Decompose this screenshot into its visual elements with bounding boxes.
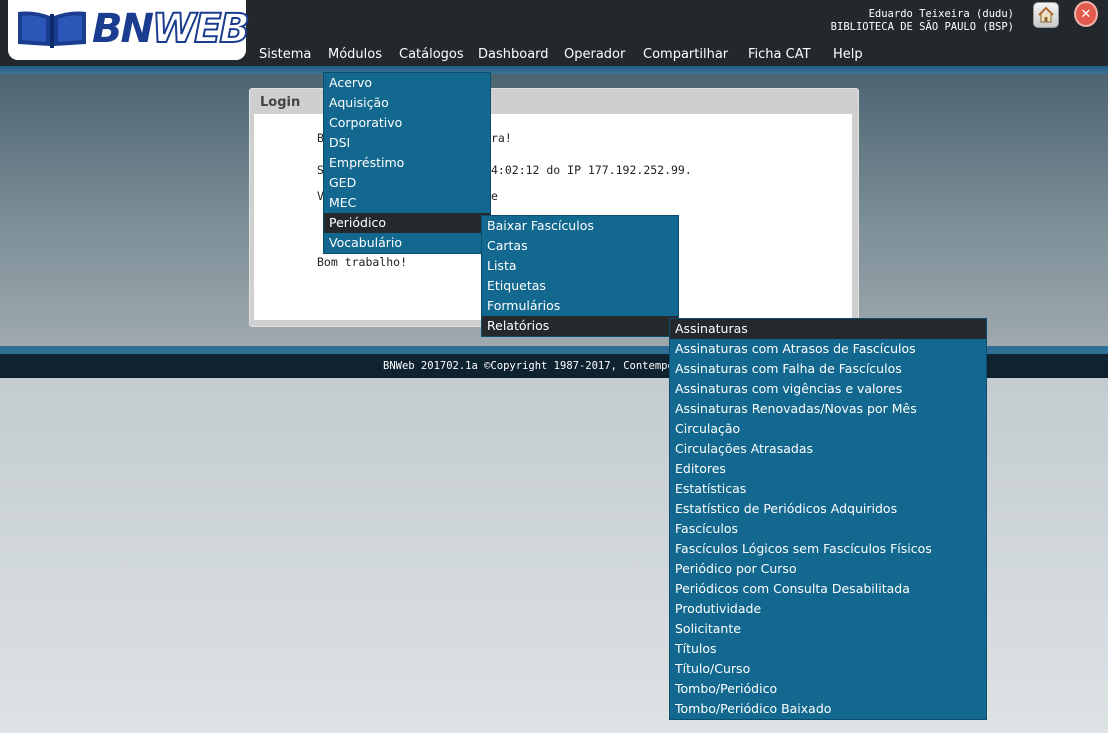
report-item-estatisticas[interactable]: Estatísticas [670, 479, 986, 499]
report-item-editores[interactable]: Editores [670, 459, 986, 479]
books-logo-icon [18, 11, 86, 48]
report-item-circulacao[interactable]: Circulação [670, 419, 986, 439]
home-button[interactable] [1033, 2, 1059, 28]
menu-modulos[interactable]: Módulos [328, 44, 382, 66]
goodbye-line: Bom trabalho! [317, 255, 408, 269]
report-item-fasciculos-logicos[interactable]: Fascículos Lógicos sem Fascículos Físico… [670, 539, 986, 559]
menu-item-baixar-fasciculos[interactable]: Baixar Fascículos [482, 216, 678, 236]
menu-sistema[interactable]: Sistema [259, 44, 311, 66]
report-item-estatistico-periodicos[interactable]: Estatístico de Periódicos Adquiridos [670, 499, 986, 519]
menu-item-ged[interactable]: GED [324, 173, 490, 193]
logo-text: BNWEB [92, 5, 251, 53]
report-item-assinaturas-atrasos[interactable]: Assinaturas com Atrasos de Fascículos [670, 339, 986, 359]
report-item-assinaturas-renovadas[interactable]: Assinaturas Renovadas/Novas por Mês [670, 399, 986, 419]
bnweb-logo[interactable]: BNWEB [8, 0, 251, 60]
user-name: Eduardo Teixeira (dudu) [868, 8, 1014, 20]
library-name: BIBLIOTECA DE SÃO PAULO (BSP) [830, 21, 1014, 33]
welcome-line-end: ra! [491, 131, 512, 145]
menu-item-aquisicao[interactable]: Aquisição [324, 93, 490, 113]
report-item-assinaturas[interactable]: Assinaturas [670, 319, 986, 339]
info-line-end: e [491, 189, 498, 203]
menu-item-dsi[interactable]: DSI [324, 133, 490, 153]
report-item-tombo-periodico-baixado[interactable]: Tombo/Periódico Baixado [670, 699, 986, 719]
relatorios-submenu: Assinaturas Assinaturas com Atrasos de F… [669, 318, 987, 720]
menu-ficha-cat[interactable]: Ficha CAT [748, 44, 811, 66]
menu-item-cartas[interactable]: Cartas [482, 236, 678, 256]
home-icon [1038, 6, 1054, 23]
report-item-assinaturas-falha[interactable]: Assinaturas com Falha de Fascículos [670, 359, 986, 379]
menu-item-etiquetas[interactable]: Etiquetas [482, 276, 678, 296]
menu-item-emprestimo[interactable]: Empréstimo [324, 153, 490, 173]
close-icon: ✕ [1074, 1, 1098, 27]
header-stripe [0, 66, 1108, 74]
copyright-text: BNWeb 201702.1a ©Copyright 1987-2017, Co… [383, 360, 700, 372]
modulos-dropdown: Acervo Aquisição Corporativo DSI Emprést… [323, 72, 491, 254]
report-item-titulos[interactable]: Títulos [670, 639, 986, 659]
report-item-produtividade[interactable]: Produtividade [670, 599, 986, 619]
menu-catalogos[interactable]: Catálogos [399, 44, 464, 66]
periodico-submenu: Baixar Fascículos Cartas Lista Etiquetas… [481, 215, 679, 337]
report-item-solicitante[interactable]: Solicitante [670, 619, 986, 639]
menu-item-mec[interactable]: MEC [324, 193, 490, 213]
menu-item-corporativo[interactable]: Corporativo [324, 113, 490, 133]
menu-item-lista[interactable]: Lista [482, 256, 678, 276]
menu-item-vocabulario[interactable]: Vocabulário [324, 233, 490, 253]
logout-button[interactable]: ✕ [1074, 1, 1098, 27]
app-header: BNWEB Eduardo Teixeira (dudu) BIBLIOTECA… [0, 0, 1108, 66]
report-item-assinaturas-vigencias[interactable]: Assinaturas com vigências e valores [670, 379, 986, 399]
menu-item-acervo[interactable]: Acervo [324, 73, 490, 93]
menu-operador[interactable]: Operador [564, 44, 625, 66]
report-item-periodico-curso[interactable]: Periódico por Curso [670, 559, 986, 579]
report-item-circulacoes-atrasadas[interactable]: Circulações Atrasadas [670, 439, 986, 459]
report-item-tombo-periodico[interactable]: Tombo/Periódico [670, 679, 986, 699]
login-title: Login [260, 95, 301, 110]
user-info: Eduardo Teixeira (dudu) BIBLIOTECA DE SÃ… [831, 8, 1014, 34]
menu-compartilhar[interactable]: Compartilhar [643, 44, 728, 66]
menu-item-formularios[interactable]: Formulários [482, 296, 678, 316]
menu-dashboard[interactable]: Dashboard [478, 44, 549, 66]
menu-item-relatorios[interactable]: Relatórios [482, 316, 678, 336]
menu-help[interactable]: Help [833, 44, 863, 66]
menu-item-periodico[interactable]: Periódico [324, 213, 490, 233]
report-item-periodicos-consulta[interactable]: Periódicos com Consulta Desabilitada [670, 579, 986, 599]
report-item-fasciculos[interactable]: Fascículos [670, 519, 986, 539]
report-item-titulo-curso[interactable]: Título/Curso [670, 659, 986, 679]
session-line-end: 4:02:12 do IP 177.192.252.99. [491, 163, 692, 177]
